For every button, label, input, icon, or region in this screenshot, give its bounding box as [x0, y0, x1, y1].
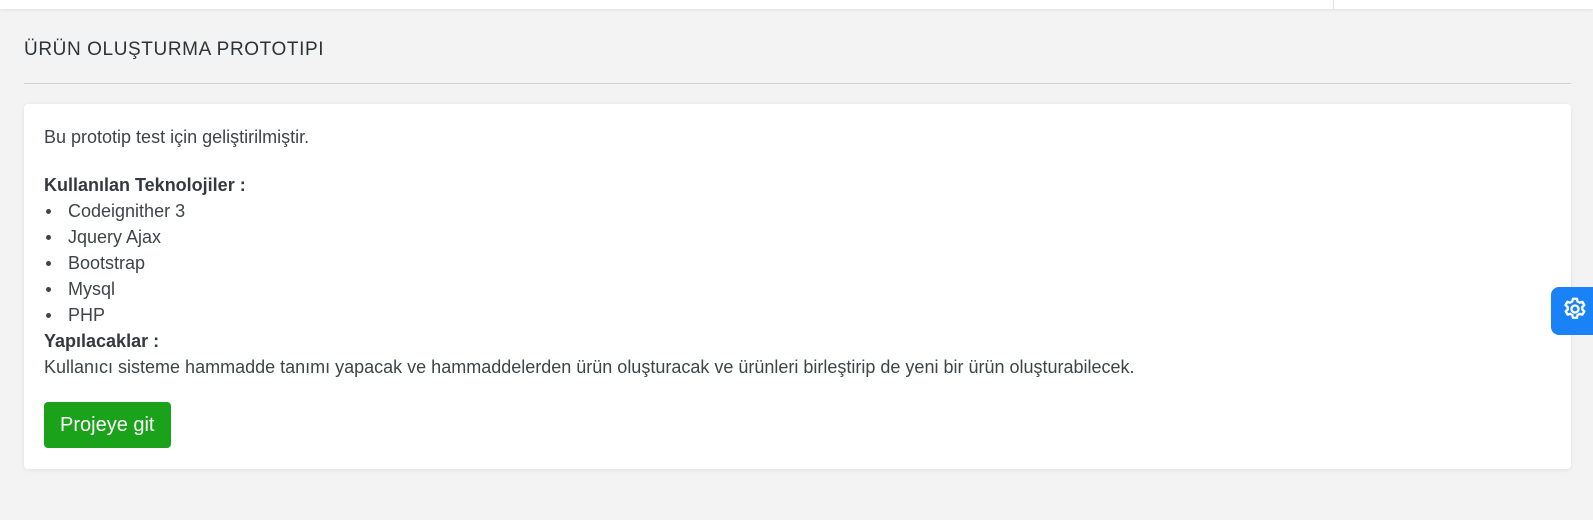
list-item: Mysql — [44, 276, 1551, 302]
project-card: Bu prototip test için geliştirilmiştir. … — [24, 104, 1571, 469]
go-to-project-button[interactable]: Projeye git — [44, 402, 171, 448]
list-item: Jquery Ajax — [44, 224, 1551, 250]
technology-label: Jquery Ajax — [68, 227, 162, 247]
technology-label: PHP — [68, 305, 106, 325]
bullet-icon — [46, 209, 51, 214]
bullet-icon — [46, 235, 51, 240]
gear-icon — [1561, 295, 1589, 328]
todo-heading: Yapılacaklar : — [44, 331, 160, 351]
intro-text: Bu prototip test için geliştirilmiştir. — [44, 127, 310, 147]
technologies-heading: Kullanılan Teknolojiler : — [44, 175, 246, 195]
bullet-icon — [46, 287, 51, 292]
bullet-icon — [46, 313, 51, 318]
bullet-icon — [46, 261, 51, 266]
settings-button[interactable] — [1551, 287, 1593, 335]
technology-label: Bootstrap — [68, 253, 146, 273]
technologies-list: Codeignither 3 Jquery Ajax Bootstrap Mys… — [44, 198, 1551, 328]
technology-label: Codeignither 3 — [68, 201, 186, 221]
navbar-divider — [1333, 0, 1334, 9]
list-item: PHP — [44, 302, 1551, 328]
list-item: Codeignither 3 — [44, 198, 1551, 224]
todo-text: Kullanıcı sisteme hammadde tanımı yapaca… — [44, 357, 1135, 377]
top-navbar — [0, 0, 1593, 9]
page-header: ÜRÜN OLUŞTURMA PROTOTIPI — [24, 36, 1571, 84]
technology-label: Mysql — [68, 279, 116, 299]
page-title: ÜRÜN OLUŞTURMA PROTOTIPI — [24, 39, 325, 60]
list-item: Bootstrap — [44, 250, 1551, 276]
